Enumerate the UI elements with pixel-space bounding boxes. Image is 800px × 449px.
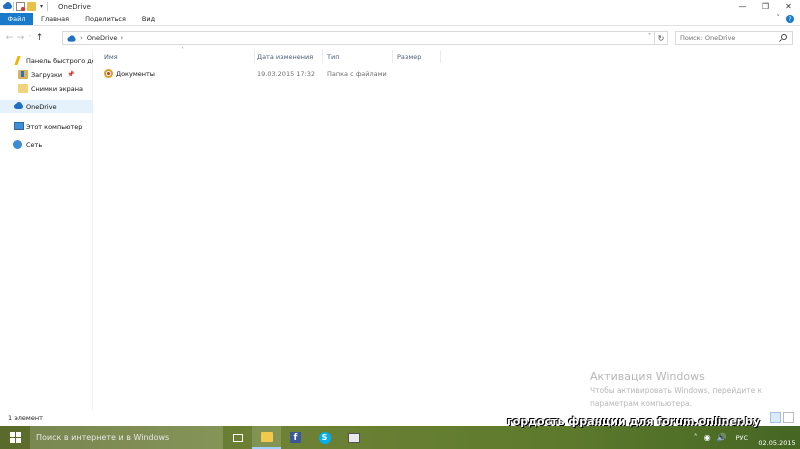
ribbon-tabs: Файл Главная Поделиться Вид ˅ ? (0, 13, 800, 26)
breadcrumb-separator[interactable]: › (120, 34, 123, 42)
quick-access-toolbar: ▾ (0, 0, 48, 13)
nav-item-label: Панель быстрого доступа (26, 56, 93, 65)
properties-icon[interactable] (16, 2, 25, 11)
taskbar: f S (0, 426, 800, 449)
computer-icon (13, 122, 24, 131)
large-icons-view-button[interactable] (783, 412, 794, 423)
sort-ascending-icon: ˄ (181, 47, 184, 54)
title-bar: ▾ OneDrive — ❐ ✕ (0, 0, 800, 13)
back-button[interactable]: ← (4, 31, 15, 45)
column-header-type[interactable]: Тип (323, 50, 393, 63)
column-header-name[interactable]: Имя ˄ (100, 47, 255, 63)
customize-qat-dropdown-icon[interactable]: ▾ (38, 3, 45, 10)
windows-logo-icon (9, 432, 21, 443)
app-window-icon (347, 432, 360, 443)
item-count: 1 элемент (8, 414, 43, 422)
nav-item-label: Снимки экрана (31, 84, 83, 93)
activation-watermark: Активация Windows Чтобы активировать Win… (590, 370, 795, 409)
nav-item-quick-access[interactable]: Панель быстрого доступа (0, 54, 93, 67)
file-type: Папка с файлами (327, 69, 387, 78)
recent-locations-dropdown[interactable]: ˅ (26, 31, 34, 45)
window-controls: — ❐ ✕ (731, 0, 800, 13)
file-explorer-window: ▾ OneDrive — ❐ ✕ Файл Главная Поделиться… (0, 0, 800, 449)
wifi-icon[interactable]: ◉ (704, 433, 711, 442)
documents-folder-icon (104, 69, 113, 78)
nav-item-label: OneDrive (26, 102, 57, 111)
nav-item-network[interactable]: Сеть (0, 138, 93, 151)
nav-item-screenshots[interactable]: Снимки экрана (0, 82, 93, 95)
file-date: 19.03.2015 17:32 (257, 69, 316, 78)
breadcrumb-separator[interactable]: › (80, 34, 83, 42)
window-title: OneDrive (58, 2, 91, 11)
taskbar-explorer[interactable] (252, 426, 281, 449)
start-button[interactable] (0, 426, 30, 449)
breadcrumb-onedrive[interactable]: OneDrive (87, 34, 118, 42)
folder-icon (18, 84, 28, 93)
help-icon[interactable]: ? (786, 15, 794, 23)
file-explorer-icon (260, 431, 273, 442)
nav-item-label: Сеть (26, 140, 43, 149)
forward-button[interactable]: → (15, 31, 26, 45)
tab-file[interactable]: Файл (0, 13, 33, 25)
file-row[interactable]: Документы 19.03.2015 17:32 Папка с файла… (100, 67, 440, 80)
details-view-button[interactable] (770, 412, 781, 423)
show-hidden-icons-icon[interactable]: ˄ (694, 433, 698, 442)
tab-home[interactable]: Главная (33, 13, 77, 25)
minimize-button[interactable]: — (731, 0, 754, 13)
facebook-icon: f (290, 432, 301, 443)
qat-divider (13, 2, 14, 11)
activation-title: Активация Windows (590, 370, 705, 383)
refresh-button[interactable]: ↻ (654, 32, 667, 44)
nav-item-label: Этот компьютер (26, 122, 83, 131)
activation-line-1: Чтобы активировать Windows, перейдите к (590, 386, 763, 395)
volume-icon[interactable]: 🔊 (717, 433, 727, 442)
search-input[interactable] (680, 34, 780, 42)
nav-item-label: Загрузки (31, 70, 63, 79)
star-icon (13, 56, 23, 65)
clock[interactable]: 02.05.2015 (754, 426, 800, 449)
taskbar-facebook[interactable]: f (281, 426, 310, 449)
tab-view[interactable]: Вид (134, 13, 163, 25)
language-indicator[interactable]: РУС (736, 434, 748, 442)
navigation-bar: ← → ˅ ↑ › OneDrive › ˅ ↻ (0, 30, 800, 46)
expand-ribbon-icon[interactable]: ˅ (777, 14, 781, 22)
close-button[interactable]: ✕ (777, 0, 800, 13)
nav-item-this-pc[interactable]: Этот компьютер (0, 120, 93, 133)
qat-divider-2 (47, 2, 48, 11)
downloads-icon (18, 70, 28, 79)
task-view-button[interactable] (223, 426, 252, 449)
system-tray: ˄ ◉ 🔊 РУС 02.05.2015 (691, 426, 800, 449)
column-header-date[interactable]: Дата изменения (253, 50, 323, 63)
search-icon[interactable] (781, 34, 787, 40)
maximize-button[interactable]: ❐ (754, 0, 777, 13)
onedrive-icon (13, 102, 23, 111)
activation-line-2: параметрам компьютера. (590, 399, 693, 408)
taskbar-search[interactable] (30, 426, 223, 449)
column-header-size[interactable]: Размер (393, 50, 441, 63)
skype-icon: S (318, 431, 331, 444)
taskbar-search-input[interactable] (36, 433, 216, 442)
address-bar[interactable]: › OneDrive › ˅ ↻ (62, 31, 668, 45)
pin-icon[interactable]: 📌 (67, 71, 74, 78)
taskbar-skype[interactable]: S (310, 426, 339, 449)
new-folder-icon[interactable] (27, 2, 36, 11)
task-view-icon (232, 433, 243, 442)
clock-date: 02.05.2015 (758, 439, 796, 447)
tab-share[interactable]: Поделиться (77, 13, 134, 25)
file-name-cell: Документы (104, 67, 155, 80)
onedrive-icon (2, 2, 12, 11)
network-icon (13, 140, 23, 149)
nav-item-downloads[interactable]: Загрузки 📌 (0, 68, 93, 81)
column-header-label: Имя (104, 52, 118, 61)
up-button[interactable]: ↑ (34, 31, 45, 45)
navigation-pane: Панель быстрого доступа Загрузки 📌 Снимк… (0, 50, 93, 410)
search-box[interactable] (675, 31, 793, 45)
nav-item-onedrive[interactable]: OneDrive (0, 100, 93, 113)
onedrive-icon (67, 34, 77, 42)
file-name: Документы (116, 69, 155, 78)
view-toggle (770, 412, 794, 423)
column-headers: Имя ˄ Дата изменения Тип Размер (93, 47, 800, 63)
taskbar-app[interactable] (339, 426, 368, 449)
address-dropdown-icon[interactable]: ˅ (648, 33, 651, 40)
